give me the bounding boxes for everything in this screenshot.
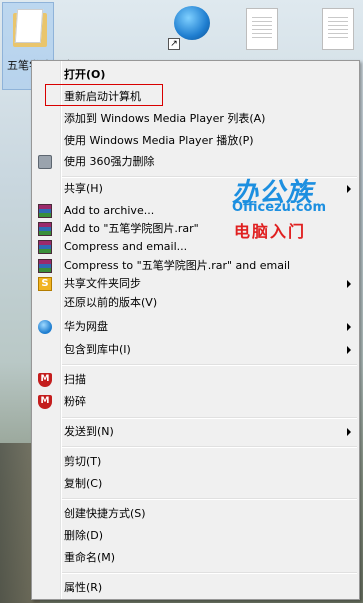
sync-icon: S (38, 277, 52, 291)
huawei-drive-icon (38, 320, 52, 334)
menu-item-properties[interactable]: 属性(R) (32, 579, 359, 597)
submenu-arrow-icon (347, 428, 351, 436)
printer-icon (38, 155, 52, 169)
document-icon[interactable] (246, 8, 278, 50)
winrar-icon (38, 240, 52, 254)
globe-app-icon[interactable] (174, 6, 210, 40)
submenu-arrow-icon (347, 323, 351, 331)
menu-item-shared-folder-sync[interactable]: S 共享文件夹同步 (32, 275, 359, 293)
winrar-icon (38, 222, 52, 236)
logo-line2: Officezu.com (232, 200, 327, 215)
menu-item-delete[interactable]: 删除(D) (32, 527, 359, 545)
menu-item-compress-rar-email[interactable]: Compress to "五笔学院图片.rar" and email (32, 257, 359, 275)
mcafee-shield-icon: M (38, 395, 52, 409)
menu-item-360-delete[interactable]: 使用 360强力删除 (32, 153, 359, 171)
logo-line3: 电脑入门 (234, 222, 307, 241)
highlight-box (45, 84, 163, 106)
winrar-icon (38, 259, 52, 273)
menu-separator (62, 446, 357, 448)
menu-separator (62, 498, 357, 500)
menu-item-huawei-drive[interactable]: 华为网盘 (32, 318, 359, 336)
menu-item-add-wmp-list[interactable]: 添加到 Windows Media Player 列表(A) (32, 110, 359, 128)
menu-item-play-wmp[interactable]: 使用 Windows Media Player 播放(P) (32, 132, 359, 150)
winrar-icon (38, 204, 52, 218)
watermark-logo: 办公族 Officezu.com 电脑入门 (232, 172, 352, 242)
menu-separator (62, 572, 357, 574)
folder-icon (13, 7, 47, 47)
submenu-arrow-icon (347, 280, 351, 288)
document-icon[interactable] (322, 8, 354, 50)
menu-separator (62, 417, 357, 419)
menu-item-scan[interactable]: M 扫描 (32, 371, 359, 389)
menu-item-create-shortcut[interactable]: 创建快捷方式(S) (32, 505, 359, 523)
menu-item-restore-previous[interactable]: 还原以前的版本(V) (32, 294, 359, 312)
menu-item-rename[interactable]: 重命名(M) (32, 549, 359, 567)
menu-item-copy[interactable]: 复制(C) (32, 475, 359, 493)
menu-item-cut[interactable]: 剪切(T) (32, 453, 359, 471)
menu-item-open[interactable]: 打开(O) (32, 66, 359, 84)
menu-separator (62, 364, 357, 366)
context-menu: 打开(O) 重新启动计算机 添加到 Windows Media Player 列… (31, 60, 360, 600)
menu-item-shred[interactable]: M 粉碎 (32, 393, 359, 411)
mcafee-shield-icon: M (38, 373, 52, 387)
menu-item-send-to[interactable]: 发送到(N) (32, 423, 359, 441)
menu-item-include-library[interactable]: 包含到库中(I) (32, 341, 359, 359)
submenu-arrow-icon (347, 346, 351, 354)
shortcut-arrow-icon: ↗ (168, 38, 180, 50)
